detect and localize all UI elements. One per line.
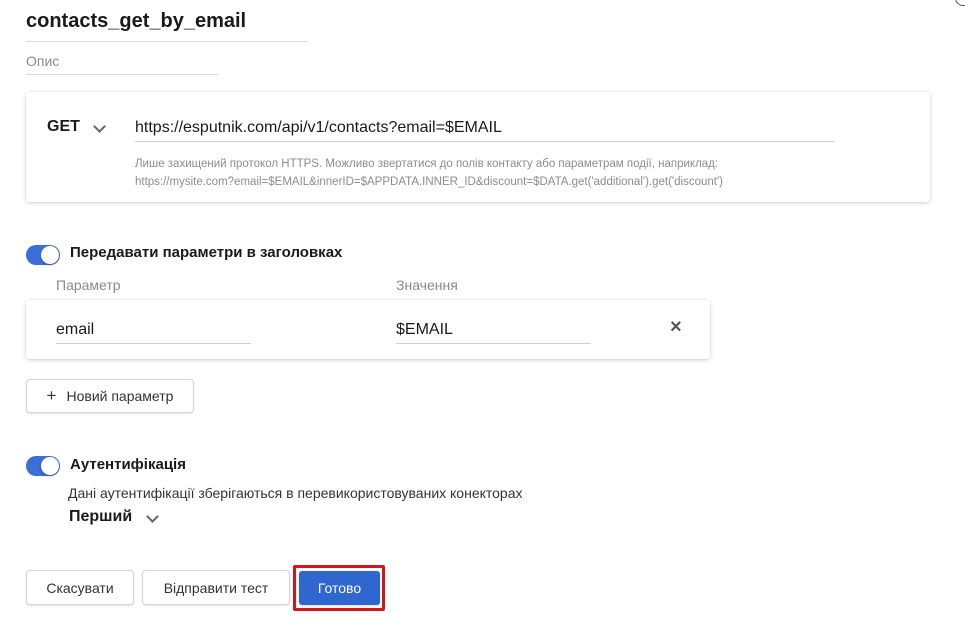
column-header-param: Параметр — [56, 277, 121, 293]
done-button[interactable]: Готово — [299, 571, 380, 605]
send-test-button[interactable]: Відправити тест — [142, 570, 290, 605]
method-select[interactable]: GET — [47, 118, 80, 136]
auth-toggle-label: Аутентифікація — [70, 456, 186, 473]
chevron-down-icon[interactable] — [146, 510, 159, 523]
title-underline — [26, 41, 308, 42]
close-icon[interactable]: × — [670, 316, 682, 339]
param-name-input[interactable] — [56, 317, 251, 344]
url-hint-line2: https://mysite.com?email=$EMAIL&innerID=… — [135, 176, 723, 188]
url-hint: Лише захищений протокол HTTPS. Можливо з… — [135, 155, 915, 191]
description-field[interactable]: Опис — [26, 53, 59, 69]
add-param-label: Новий параметр — [66, 388, 174, 404]
url-input[interactable] — [135, 115, 834, 142]
help-icon[interactable] — [955, 0, 965, 6]
column-header-value: Значення — [396, 277, 458, 293]
auth-connector-select[interactable]: Перший — [69, 508, 132, 526]
page-title: contacts_get_by_email — [26, 10, 247, 32]
auth-toggle[interactable] — [26, 456, 60, 476]
plus-icon: + — [46, 386, 57, 405]
cancel-button[interactable]: Скасувати — [26, 570, 134, 605]
description-underline — [26, 74, 218, 75]
toggle-knob — [41, 246, 59, 264]
headers-toggle[interactable] — [26, 245, 60, 265]
param-value-input[interactable] — [396, 317, 591, 344]
add-param-button[interactable]: + Новий параметр — [26, 379, 194, 413]
url-hint-line1: Лише захищений протокол HTTPS. Можливо з… — [135, 158, 719, 170]
auth-note: Дані аутентифікації зберігаються в перев… — [68, 485, 523, 501]
toggle-knob — [41, 457, 59, 475]
headers-toggle-label: Передавати параметри в заголовках — [70, 244, 343, 261]
